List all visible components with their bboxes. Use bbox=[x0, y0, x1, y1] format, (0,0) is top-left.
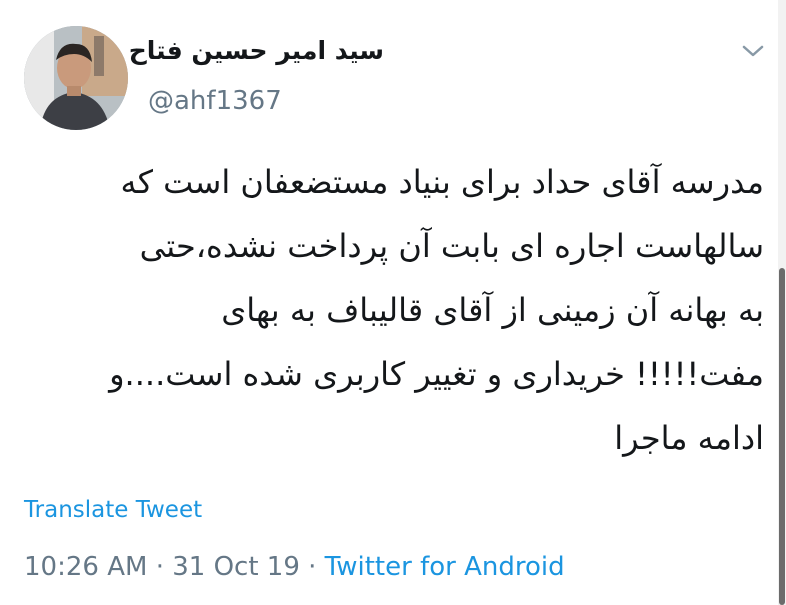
meta-separator: · bbox=[308, 552, 317, 582]
chevron-down-icon[interactable] bbox=[742, 44, 764, 58]
tweet-text-line: به بهانه آن زمینی از آقای قالیباف به بها… bbox=[221, 291, 764, 329]
tweet-card: سید امیر حسین فتاح @ahf1367 مدرسه آقای ح… bbox=[0, 0, 786, 605]
tweet-text: مدرسه آقای حداد برای بنیاد مستضعفان است … bbox=[20, 150, 764, 470]
scrollbar-thumb[interactable] bbox=[779, 268, 785, 605]
tweet-metadata: 10:26 AM · 31 Oct 19 · Twitter for Andro… bbox=[24, 552, 565, 582]
translate-tweet-link[interactable]: Translate Tweet bbox=[24, 497, 202, 523]
divider bbox=[24, 540, 764, 541]
avatar-photo bbox=[24, 26, 128, 130]
tweet-text-line: ادامه ماجرا bbox=[614, 419, 764, 457]
tweet-text-line: سالهاست اجاره ای بابت آن پرداخت نشده،حتی bbox=[139, 227, 764, 265]
tweet-text-line: مدرسه آقای حداد برای بنیاد مستضعفان است … bbox=[120, 163, 764, 201]
avatar[interactable] bbox=[24, 26, 128, 130]
display-name[interactable]: سید امیر حسین فتاح bbox=[129, 36, 384, 65]
tweet-text-line: مفت!!!!! خریداری و تغییر کاربری شده است.… bbox=[109, 355, 764, 393]
scrollbar[interactable] bbox=[778, 0, 786, 605]
tweet-date[interactable]: 31 Oct 19 bbox=[172, 552, 300, 582]
user-handle[interactable]: @ahf1367 bbox=[148, 86, 282, 116]
tweet-source-link[interactable]: Twitter for Android bbox=[325, 552, 565, 582]
meta-separator: · bbox=[155, 552, 164, 582]
tweet-time: 10:26 AM bbox=[24, 552, 148, 582]
